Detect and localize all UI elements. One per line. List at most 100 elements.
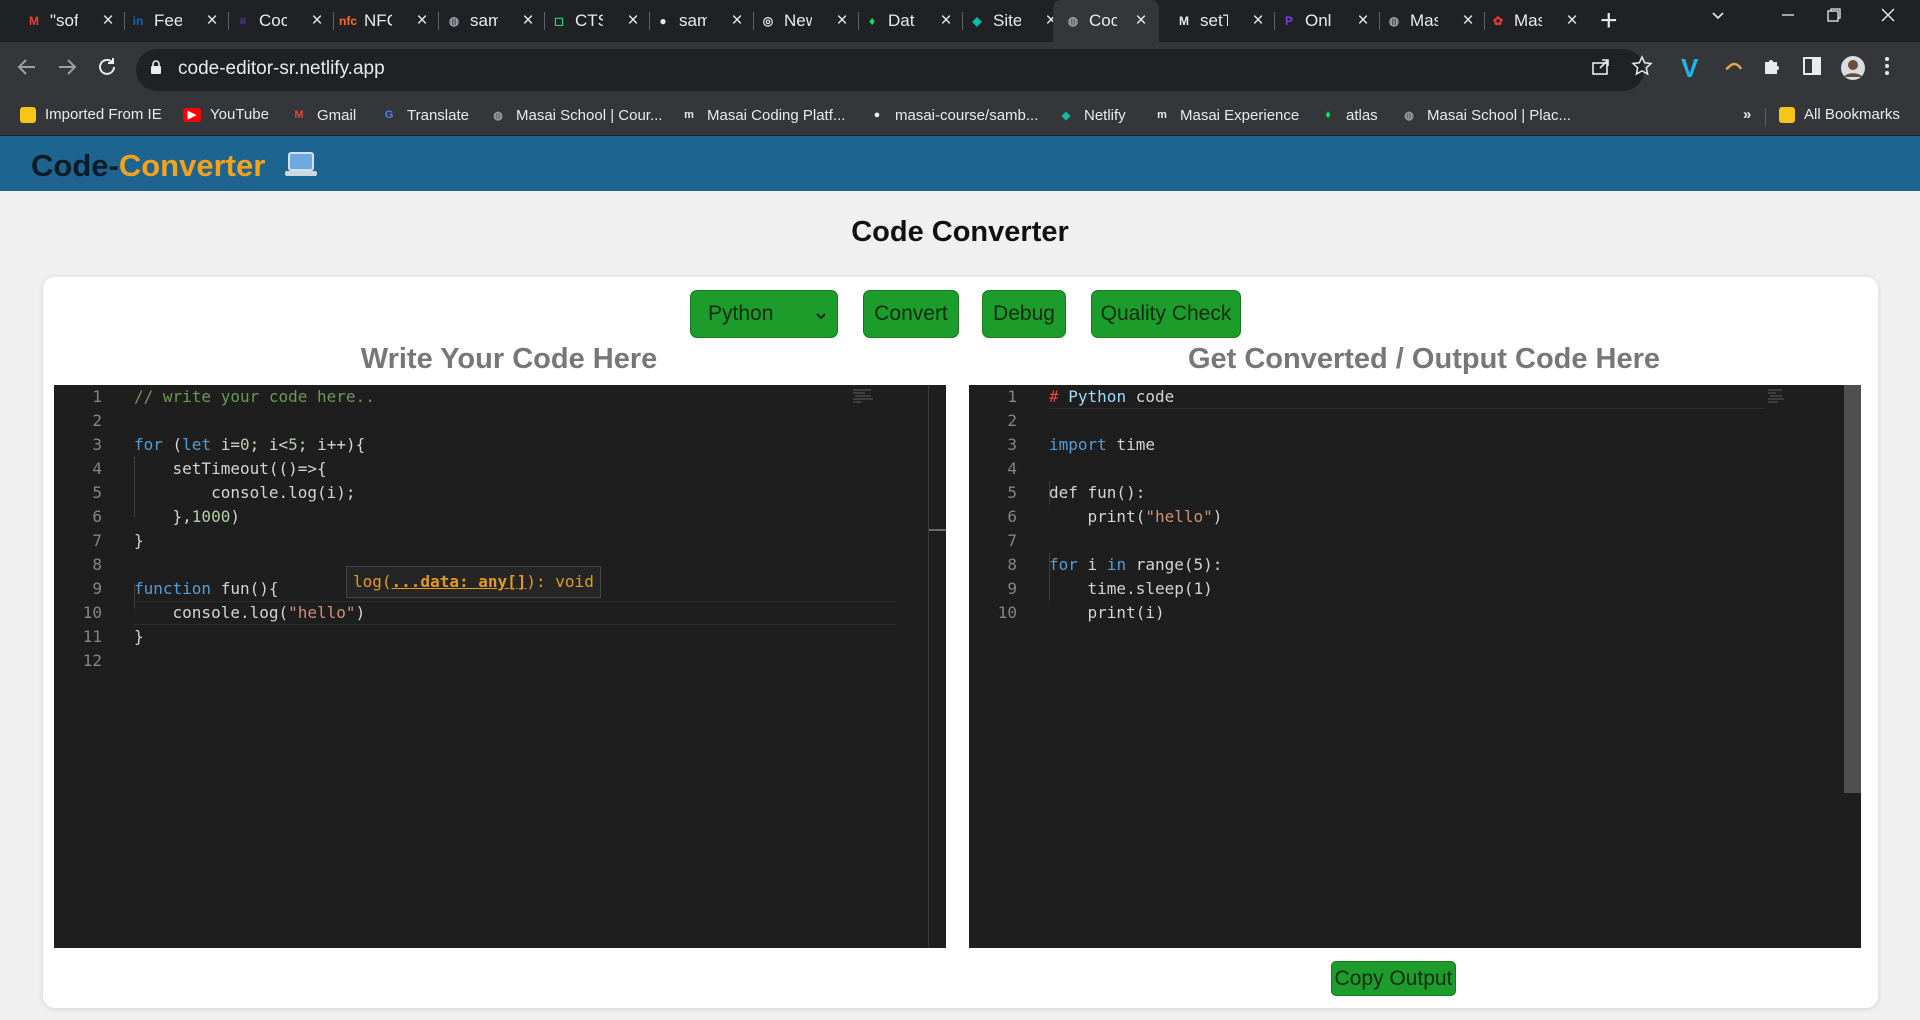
browser-menu-icon[interactable] [1884, 55, 1890, 83]
browser-tab-strip: M"sof×inFee×≡Coc×nfcNFC×◍sam×◻CTS×●sam×◎… [0, 0, 1920, 42]
all-bookmarks-label: All Bookmarks [1804, 106, 1900, 123]
new-tab-icon[interactable]: + [1600, 6, 1618, 36]
extension-icon[interactable] [1722, 55, 1744, 83]
browser-tab[interactable]: M "sof × [24, 0, 118, 42]
browser-tab[interactable]: MsetT × [1174, 0, 1268, 42]
browser-tab[interactable]: ≡ Coc × [233, 0, 327, 42]
page-title: Code Converter [851, 216, 1069, 248]
compiler-icon: P [1284, 14, 1293, 28]
code-text: } [134, 529, 144, 553]
line-number: 1 [1007, 387, 1017, 406]
code-token: setTimeout(()=>{ [134, 459, 327, 478]
vimeo-extension-icon[interactable]: V [1681, 55, 1698, 81]
close-tab-icon[interactable]: × [623, 10, 643, 32]
input-code-editor[interactable]: 1 // write your code here.. 2 3 for (let i=0… [54, 385, 946, 948]
github-icon: ● [873, 109, 881, 121]
brand-part-two: Converter [118, 148, 266, 183]
netlify-icon: ◆ [1061, 109, 1071, 122]
close-tab-icon[interactable]: × [1131, 10, 1151, 32]
bookmark-item[interactable]: ◍ Masai School | Cour... [489, 106, 662, 124]
browser-tab[interactable]: ◍ Mas × [1384, 0, 1478, 42]
all-bookmarks-button[interactable]: All Bookmarks [1779, 106, 1900, 123]
bookmark-item[interactable]: Imported From IE [20, 106, 162, 123]
close-tab-icon[interactable]: × [518, 10, 538, 32]
close-tab-icon[interactable]: × [1458, 10, 1478, 32]
browser-tab[interactable]: ◆ Site × [967, 0, 1061, 42]
restore-icon[interactable] [1826, 6, 1842, 29]
convert-button[interactable]: Convert [863, 290, 959, 338]
close-window-icon[interactable] [1880, 6, 1896, 29]
back-icon[interactable] [16, 54, 38, 84]
code-line: 2 [54, 409, 914, 433]
browser-tab[interactable]: ◎ New × [758, 0, 852, 42]
code-text: console.log("hello") [134, 601, 366, 625]
code-line: 11} [54, 625, 914, 649]
minimize-icon[interactable] [1780, 6, 1796, 29]
brand-part-one: Code- [31, 148, 119, 183]
brand-logo[interactable]: Code-Converter [31, 148, 318, 187]
output-code-editor[interactable]: 1 # Python code 2 3 import time 4 5 def fun(): 6… [969, 385, 1861, 948]
bookmark-item[interactable]: ▶ YouTube [183, 106, 269, 123]
close-tab-icon[interactable]: × [936, 10, 956, 32]
language-select[interactable]: Python [690, 290, 838, 338]
bookmark-item[interactable]: m Masai Coding Platf... [680, 106, 845, 124]
bookmark-item[interactable]: ♦ atlas [1319, 106, 1378, 124]
editor-scrollbar-thumb[interactable] [1844, 385, 1861, 793]
code-token: "hello" [288, 603, 356, 622]
side-panel-icon[interactable] [1801, 55, 1823, 83]
code-line: 10 console.log("hello") [54, 601, 914, 625]
tab-title: CTS [575, 11, 603, 30]
editor-scrollbar-track[interactable] [928, 385, 929, 948]
url-text[interactable]: code-editor-sr.netlify.app [178, 58, 385, 80]
browser-tab[interactable]: nfc NFC × [338, 0, 432, 42]
bookmark-item[interactable]: G Translate [380, 106, 469, 124]
tab-title: Mas [1410, 11, 1438, 30]
close-tab-icon[interactable]: × [202, 10, 222, 32]
code-token: ; i< [249, 435, 289, 454]
tab-title: Mas [1514, 11, 1542, 30]
tooltip-suffix: ): void [526, 572, 594, 591]
bookmark-star-icon[interactable] [1631, 55, 1653, 83]
close-tab-icon[interactable]: × [832, 10, 852, 32]
close-tab-icon[interactable]: × [1562, 10, 1582, 32]
close-tab-icon[interactable]: × [1248, 10, 1268, 32]
bookmark-item[interactable]: M Gmail [290, 106, 356, 124]
browser-tab[interactable]: ♦ Dat × [862, 0, 956, 42]
signature-hint-tooltip: log(...data: any[]): void [346, 566, 601, 598]
browser-tab[interactable]: ◻ CTS × [549, 0, 643, 42]
bookmark-item[interactable]: ◆ Netlify [1057, 106, 1126, 124]
browser-tab[interactable]: ◍ Coc × [1053, 0, 1159, 42]
tab-separator [333, 12, 334, 30]
browser-tab[interactable]: P Onl × [1279, 0, 1373, 42]
line-number: 8 [92, 555, 102, 574]
bookmark-item[interactable]: m Masai Experience [1153, 106, 1299, 124]
close-tab-icon[interactable]: × [1353, 10, 1373, 32]
browser-tab[interactable]: in Fee × [128, 0, 222, 42]
bookmarks-separator [1765, 108, 1766, 126]
bookmarks-overflow-icon[interactable]: » [1743, 106, 1751, 123]
copy-output-button[interactable]: Copy Output [1331, 961, 1456, 996]
code-token: }, [134, 507, 192, 526]
close-tab-icon[interactable]: × [307, 10, 327, 32]
browser-tab[interactable]: ● sam × [653, 0, 747, 42]
tab-search-icon[interactable] [1710, 6, 1726, 29]
profile-avatar[interactable] [1840, 55, 1866, 87]
debug-button[interactable]: Debug [982, 290, 1066, 338]
bookmark-item[interactable]: ◍ Masai School | Plac... [1400, 106, 1571, 124]
share-icon[interactable] [1590, 55, 1612, 83]
browser-tab[interactable]: ◍ sam × [444, 0, 538, 42]
code-token: 5 [288, 435, 298, 454]
reload-icon[interactable] [96, 54, 118, 84]
forward-icon[interactable] [56, 54, 78, 84]
close-tab-icon[interactable]: × [98, 10, 118, 32]
browser-tab[interactable]: ✿ Mas × [1488, 0, 1582, 42]
puzzle-extensions-icon[interactable] [1761, 55, 1783, 83]
tab-title: New [784, 11, 812, 30]
close-tab-icon[interactable]: × [727, 10, 747, 32]
code-text: def fun(): [1049, 481, 1145, 505]
bookmark-item[interactable]: ● masai-course/samb... [868, 106, 1039, 124]
lock-icon[interactable] [150, 60, 162, 74]
close-tab-icon[interactable]: × [412, 10, 432, 32]
quality-check-button[interactable]: Quality Check [1091, 290, 1241, 338]
bookmark-label: Translate [407, 106, 469, 124]
